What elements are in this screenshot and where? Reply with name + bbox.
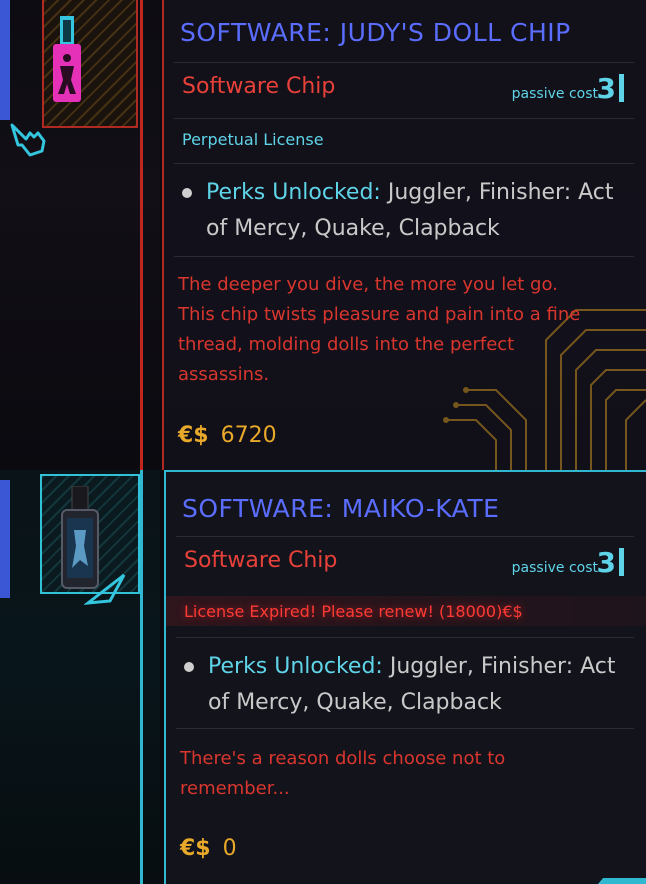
divider [174, 118, 634, 119]
divider [176, 536, 634, 537]
item-title: SOFTWARE: JUDY'S DOLL CHIP [180, 18, 571, 47]
inventory-slot-maiko-chip[interactable] [40, 474, 140, 605]
price-value: 0 [222, 836, 237, 861]
item-title: SOFTWARE: MAIKO-KATE [182, 494, 500, 523]
hand-cursor-icon [10, 123, 46, 157]
license-status: Perpetual License [182, 130, 324, 149]
item-type-label: Software Chip [184, 548, 338, 573]
bullet-icon [182, 188, 192, 198]
slot-rail [140, 470, 143, 884]
corner-accent [598, 878, 646, 884]
divider [174, 62, 634, 63]
item-price: €$ 6720 [178, 423, 277, 448]
divider [174, 163, 634, 164]
item-tooltip-maiko-kate: SOFTWARE: MAIKO-KATE Software Chip passi… [0, 470, 646, 884]
triangle-cursor-icon [84, 573, 126, 605]
passive-cost-value: 3 [596, 546, 616, 579]
item-tooltip-judys-doll-chip: SOFTWARE: JUDY'S DOLL CHIP Software Chip… [0, 0, 646, 470]
divider [176, 728, 634, 729]
divider [176, 637, 634, 638]
perks-heading: Perks Unlocked: [206, 180, 381, 205]
passive-cost-value: 3 [596, 72, 616, 105]
bullet-icon [184, 662, 194, 672]
item-description: The deeper you dive, the more you let go… [178, 274, 581, 385]
eurodollar-icon: €$ [180, 836, 211, 861]
inventory-slot-doll-chip[interactable] [42, 0, 138, 128]
doll-chip-icon [53, 16, 81, 102]
perks-unlocked: Perks Unlocked: Juggler, Finisher: Act o… [206, 175, 626, 247]
passive-cost-bar [619, 548, 624, 576]
item-price: €$ 0 [180, 836, 237, 861]
item-type-label: Software Chip [182, 74, 336, 99]
perks-heading: Perks Unlocked: [208, 654, 383, 679]
slot-rail [140, 0, 143, 470]
tooltip-body: SOFTWARE: JUDY'S DOLL CHIP Software Chip… [162, 0, 646, 470]
passive-cost-label: passive cost [511, 86, 598, 102]
price-value: 6720 [220, 423, 277, 448]
passive-cost-bar [619, 74, 624, 102]
perks-unlocked: Perks Unlocked: Juggler, Finisher: Act o… [208, 649, 628, 721]
selection-edge-bar [0, 480, 10, 598]
passive-cost-label: passive cost [511, 560, 598, 576]
selection-edge-bar [0, 0, 10, 120]
inventory-slot-column [0, 0, 160, 470]
tooltip-body: SOFTWARE: MAIKO-KATE Software Chip passi… [164, 470, 646, 884]
eurodollar-icon: €$ [178, 423, 209, 448]
inventory-slot-column [0, 470, 160, 884]
item-description: There's a reason dolls choose not to rem… [180, 748, 506, 799]
divider [174, 256, 634, 257]
license-expired-warning: License Expired! Please renew! (18000)€$ [184, 602, 523, 621]
